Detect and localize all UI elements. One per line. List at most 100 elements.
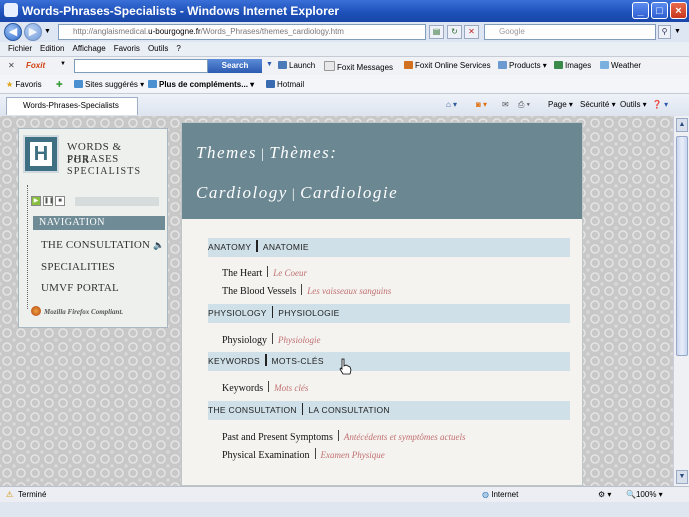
menu-fichier[interactable]: Fichier xyxy=(8,44,32,53)
tab-row: Words-Phrases-Specialists ⌂ ▾ ◙ ▾ ✉ ⎙ ▾ … xyxy=(0,94,689,117)
scroll-up-icon[interactable]: ▲ xyxy=(676,118,688,132)
suggested-sites-link[interactable]: Sites suggérés ▾ xyxy=(74,80,144,89)
foxit-search-input[interactable] xyxy=(74,59,208,73)
menu-help[interactable]: ? xyxy=(176,44,180,53)
images-button[interactable]: Images xyxy=(554,61,591,70)
section-anatomy-fr: ANATOMIE xyxy=(262,242,309,252)
images-label: Images xyxy=(565,61,592,70)
read-mail-icon[interactable]: ✉ xyxy=(502,100,509,109)
hotmail-icon xyxy=(266,80,275,88)
list-item[interactable]: Keywords Mots clés xyxy=(222,381,308,394)
list-item[interactable]: The Blood Vessels Les vaisseaux sanguins xyxy=(222,284,391,297)
stop-icon[interactable]: ■ xyxy=(55,196,65,206)
zoom-control[interactable]: 🔍100% ▾ xyxy=(626,490,663,499)
more-addons-link[interactable]: Plus de compléments... ▾ xyxy=(148,80,254,89)
site-logo[interactable]: H xyxy=(23,135,59,173)
address-row: ◀ ▶ ▼ http://anglaismedical.u-bourgogne.… xyxy=(0,22,689,42)
banner-line-cardiology: Cardiology | Cardiologie xyxy=(196,183,399,202)
firefox-compliant-note: Mozilla Firefox Compliant. xyxy=(31,306,123,316)
section-header-keywords: KEYWORDS MOTS-CLÉS xyxy=(208,352,570,371)
nav-item-consultation[interactable]: THE CONSULTATION 🔈 xyxy=(41,239,165,251)
foxit-brand[interactable]: Foxit xyxy=(26,61,45,70)
foxit-messages-button[interactable]: Foxit Messages xyxy=(324,61,393,72)
search-icon[interactable]: ⚲ xyxy=(658,25,671,39)
toolbar-close-icon[interactable]: ✕ xyxy=(8,61,15,70)
scroll-down-icon[interactable]: ▼ xyxy=(676,470,688,484)
protected-mode-icon[interactable]: ⚙ ▾ xyxy=(598,490,611,499)
launch-button[interactable]: Launch xyxy=(278,61,315,70)
address-bar[interactable]: http://anglaismedical.u-bourgogne.fr/Wor… xyxy=(58,24,426,40)
nav-item-umvf-portal[interactable]: UMVF PORTAL xyxy=(41,282,119,294)
term-fr[interactable]: Mots clés xyxy=(274,383,308,393)
search-options-chevron-icon[interactable]: ▼ xyxy=(266,61,273,68)
speaker-icon[interactable]: 🔈 xyxy=(153,240,164,250)
refresh-icon[interactable]: ↻ xyxy=(447,25,462,39)
home-icon[interactable]: ⌂ ▾ xyxy=(446,100,457,109)
tab-words-phrases[interactable]: Words-Phrases-Specialists xyxy=(6,97,138,115)
help-icon[interactable]: ❓ ▾ xyxy=(652,100,668,109)
list-item[interactable]: Physical Examination Examen Physique xyxy=(222,448,385,461)
term-en[interactable]: Physical Examination xyxy=(222,450,310,461)
foxit-toolbar: ✕ Foxit ▼ Search ▼ Launch Foxit Messages… xyxy=(0,56,689,75)
compatibility-icon[interactable]: ▤ xyxy=(429,25,444,39)
term-fr[interactable]: Le Coeur xyxy=(273,268,307,278)
zone-indicator[interactable]: ◍ Internet xyxy=(482,490,518,499)
foxit-search-label: Search xyxy=(221,61,249,70)
minimize-button[interactable]: _ xyxy=(632,2,649,19)
pause-icon[interactable]: ❚❚ xyxy=(43,196,54,206)
feeds-icon[interactable]: ◙ ▾ xyxy=(476,100,487,109)
page-menu[interactable]: Page ▾ xyxy=(548,100,573,109)
term-en[interactable]: The Blood Vessels xyxy=(222,286,296,297)
foxit-search-button[interactable]: Search xyxy=(208,59,262,73)
term-fr[interactable]: Examen Physique xyxy=(321,450,385,460)
weather-icon xyxy=(600,61,609,69)
tools-menu[interactable]: Outils ▾ xyxy=(620,100,647,109)
term-en[interactable]: Past and Present Symptoms xyxy=(222,432,333,443)
term-fr[interactable]: Physiologie xyxy=(278,335,321,345)
section-header-consultation: THE CONSULTATION LA CONSULTATION xyxy=(208,401,570,420)
maximize-button[interactable]: □ xyxy=(651,2,668,19)
search-options-icon[interactable]: ▼ xyxy=(674,28,681,35)
list-item[interactable]: Past and Present Symptoms Antécédents et … xyxy=(222,430,466,443)
print-icon[interactable]: ⎙ ▾ xyxy=(518,100,530,110)
hotmail-link[interactable]: Hotmail xyxy=(266,80,304,89)
status-bar: ⚠ Terminé ◍ Internet ⚙ ▾ 🔍100% ▾ xyxy=(0,486,689,503)
vertical-scrollbar[interactable]: ▲ ▼ xyxy=(673,116,689,486)
menu-favoris[interactable]: Favoris xyxy=(114,44,140,53)
logo-letter: H xyxy=(30,142,52,166)
nav-item-specialities[interactable]: SPECIALITIES xyxy=(41,261,115,273)
favorites-label: Favoris xyxy=(15,80,42,89)
list-item[interactable]: Physiology Physiologie xyxy=(222,333,321,346)
term-fr[interactable]: Antécédents et symptômes actuels xyxy=(344,432,466,442)
term-en[interactable]: The Heart xyxy=(222,268,262,279)
menu-edition[interactable]: Edition xyxy=(40,44,64,53)
forward-button[interactable]: ▶ xyxy=(24,23,42,41)
favorites-button[interactable]: ★ Favoris xyxy=(6,80,42,89)
stop-icon[interactable]: ✕ xyxy=(464,25,479,39)
sidebar: H WORDS & PHRASES FOR SPECIALISTS ▶ ❚❚ ■… xyxy=(18,128,168,328)
term-fr[interactable]: Les vaisseaux sanguins xyxy=(307,286,391,296)
audio-progress-bar[interactable] xyxy=(75,197,159,206)
close-button[interactable]: × xyxy=(670,2,687,19)
recent-pages-dropdown-icon[interactable]: ▼ xyxy=(44,28,51,35)
foxit-online-services-button[interactable]: Foxit Online Services xyxy=(404,61,491,70)
security-menu[interactable]: Sécurité ▾ xyxy=(580,100,616,109)
term-en[interactable]: Keywords xyxy=(222,383,263,394)
play-icon[interactable]: ▶ xyxy=(31,196,41,206)
window-title: Words-Phrases-Specialists - Windows Inte… xyxy=(22,4,340,18)
menu-affichage[interactable]: Affichage xyxy=(72,44,105,53)
url-path: /Words_Phrases/themes_cardiology.htm xyxy=(200,27,344,36)
launch-label: Launch xyxy=(289,61,316,70)
scroll-thumb[interactable] xyxy=(676,136,688,356)
list-item[interactable]: The Heart Le Coeur xyxy=(222,266,307,279)
search-input[interactable]: Google xyxy=(484,24,656,40)
products-button[interactable]: Products ▾ xyxy=(498,61,547,70)
nav-item-consultation-label: THE CONSULTATION xyxy=(41,239,151,251)
term-en[interactable]: Physiology xyxy=(222,335,267,346)
menu-outils[interactable]: Outils xyxy=(148,44,168,53)
back-button[interactable]: ◀ xyxy=(4,23,22,41)
foxit-menu-chevron-icon[interactable]: ▼ xyxy=(60,61,66,67)
add-favorite-icon[interactable]: ✚ xyxy=(56,80,63,89)
weather-button[interactable]: Weather xyxy=(600,61,641,70)
firefox-icon xyxy=(31,306,41,316)
